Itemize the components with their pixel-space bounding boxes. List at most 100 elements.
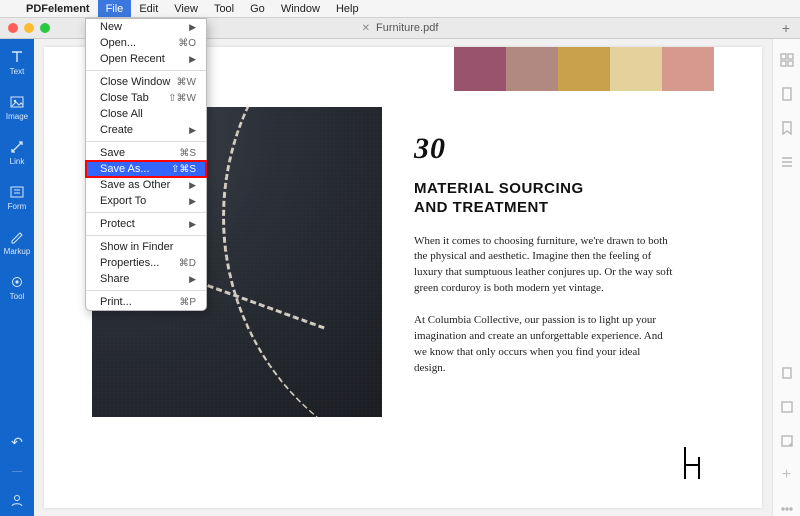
menu-item-close-tab[interactable]: Close Tab ⇧⌘W — [86, 90, 206, 106]
menu-item-label: Protect — [100, 218, 135, 230]
menu-item-open-recent[interactable]: Open Recent ▶ — [86, 51, 206, 67]
tool-text[interactable]: Text — [0, 47, 34, 78]
menu-item-label: Open Recent — [100, 53, 165, 65]
menu-shortcut: ⇧⌘S — [171, 164, 196, 175]
menu-item-export-to[interactable]: Export To ▶ — [86, 193, 206, 209]
menu-go[interactable]: Go — [242, 0, 273, 17]
menu-item-open[interactable]: Open... ⌘O — [86, 35, 206, 51]
properties-button[interactable] — [780, 400, 794, 414]
menu-separator — [86, 212, 206, 213]
menu-item-new[interactable]: New ▶ — [86, 19, 206, 35]
add-button[interactable]: + — [780, 468, 794, 482]
gear-icon — [9, 274, 25, 290]
tool-label: Form — [8, 202, 27, 211]
tool-label: Text — [10, 67, 25, 76]
menu-item-close-all[interactable]: Close All — [86, 106, 206, 122]
tool-markup[interactable]: Markup — [0, 227, 34, 258]
undo-button[interactable]: ↶ — [11, 434, 23, 451]
thumbnails-button[interactable] — [780, 53, 794, 67]
menu-shortcut: ⌘W — [177, 77, 196, 88]
tool-label: Link — [10, 157, 25, 166]
mac-menu-bar: PDFelement File Edit View Tool Go Window… — [0, 0, 800, 18]
page-number: 30 — [414, 132, 674, 166]
menu-item-label: Save as Other — [100, 179, 170, 191]
menu-edit[interactable]: Edit — [131, 0, 166, 17]
submenu-arrow-icon: ▶ — [189, 54, 196, 65]
doc-heading: MATERIAL SOURCING AND TREATMENT — [414, 180, 674, 218]
menu-window[interactable]: Window — [273, 0, 328, 17]
menu-item-label: Close Window — [100, 76, 170, 88]
menu-shortcut: ⇧⌘W — [168, 93, 196, 104]
document-tab[interactable]: ✕ Furniture.pdf — [362, 22, 439, 34]
menu-item-close-window[interactable]: Close Window ⌘W — [86, 74, 206, 90]
tool-label: Image — [6, 112, 28, 121]
right-panel: + — [772, 39, 800, 516]
markup-icon — [9, 229, 25, 245]
menu-item-label: Properties... — [100, 257, 159, 269]
color-swatch-strip — [454, 47, 714, 91]
menu-item-label: Close Tab — [100, 92, 149, 104]
menu-shortcut: ⌘S — [179, 148, 196, 159]
window-zoom-button[interactable] — [40, 23, 50, 33]
menu-item-label: Save — [100, 147, 125, 159]
window-close-button[interactable] — [8, 23, 18, 33]
file-menu-dropdown: New▶Open...⌘OOpen Recent▶Close Window⌘WC… — [85, 18, 207, 311]
menu-item-show-in-finder[interactable]: Show in Finder — [86, 239, 206, 255]
tab-title: Furniture.pdf — [376, 22, 438, 34]
menu-item-create[interactable]: Create ▶ — [86, 122, 206, 138]
chair-icon — [678, 445, 704, 486]
menu-view[interactable]: View — [166, 0, 206, 17]
tool-image[interactable]: Image — [0, 92, 34, 123]
menu-separator — [86, 290, 206, 291]
menu-item-print[interactable]: Print...⌘P — [86, 294, 206, 310]
menu-item-save-as[interactable]: Save As... ⇧⌘S — [86, 161, 206, 177]
menu-help[interactable]: Help — [328, 0, 367, 17]
menu-item-label: Show in Finder — [100, 241, 173, 253]
image-icon — [9, 94, 25, 110]
tool-label: Tool — [10, 292, 25, 301]
sticky-button[interactable] — [780, 434, 794, 448]
doc-paragraph-1: When it comes to choosing furniture, we'… — [414, 234, 674, 298]
menu-item-properties[interactable]: Properties...⌘D — [86, 255, 206, 271]
app-name: PDFelement — [18, 3, 98, 15]
more-button[interactable] — [780, 502, 794, 516]
doc-paragraph-2: At Columbia Collective, our passion is t… — [414, 313, 674, 377]
window-minimize-button[interactable] — [24, 23, 34, 33]
menu-item-protect[interactable]: Protect ▶ — [86, 216, 206, 232]
list-button[interactable] — [780, 155, 794, 169]
document-text-block: 30 MATERIAL SOURCING AND TREATMENT When … — [414, 132, 674, 377]
menu-item-label: Open... — [100, 37, 136, 49]
menu-shortcut: ⌘P — [179, 297, 196, 308]
tool-link[interactable]: Link — [0, 137, 34, 168]
menu-tool[interactable]: Tool — [206, 0, 242, 17]
menu-separator — [86, 70, 206, 71]
submenu-arrow-icon: ▶ — [189, 274, 196, 285]
menu-file[interactable]: File — [98, 0, 132, 17]
close-tab-icon[interactable]: ✕ — [362, 23, 370, 34]
menu-item-label: Create — [100, 124, 133, 136]
left-toolbar: Text Image Link Form Markup Tool ↶ — [0, 39, 34, 516]
menu-item-label: New — [100, 21, 122, 33]
tool-tool[interactable]: Tool — [0, 272, 34, 303]
page-view-button[interactable] — [780, 87, 794, 101]
submenu-arrow-icon: ▶ — [189, 196, 196, 207]
add-tab-button[interactable]: + — [782, 20, 790, 36]
menu-item-save[interactable]: Save ⌘S — [86, 145, 206, 161]
submenu-arrow-icon: ▶ — [189, 22, 196, 33]
submenu-arrow-icon: ▶ — [189, 219, 196, 230]
submenu-arrow-icon: ▶ — [189, 180, 196, 191]
attachment-button[interactable] — [780, 366, 794, 380]
menu-item-save-as-other[interactable]: Save as Other ▶ — [86, 177, 206, 193]
menu-shortcut: ⌘O — [178, 38, 196, 49]
menu-item-label: Close All — [100, 108, 143, 120]
window-controls — [0, 23, 50, 33]
separator — [12, 471, 22, 472]
menu-item-share[interactable]: Share▶ — [86, 271, 206, 287]
user-icon[interactable] — [9, 492, 25, 508]
menu-item-label: Export To — [100, 195, 146, 207]
menu-separator — [86, 141, 206, 142]
submenu-arrow-icon: ▶ — [189, 125, 196, 136]
tool-form[interactable]: Form — [0, 182, 34, 213]
menu-item-label: Save As... — [100, 163, 150, 175]
bookmark-button[interactable] — [780, 121, 794, 135]
